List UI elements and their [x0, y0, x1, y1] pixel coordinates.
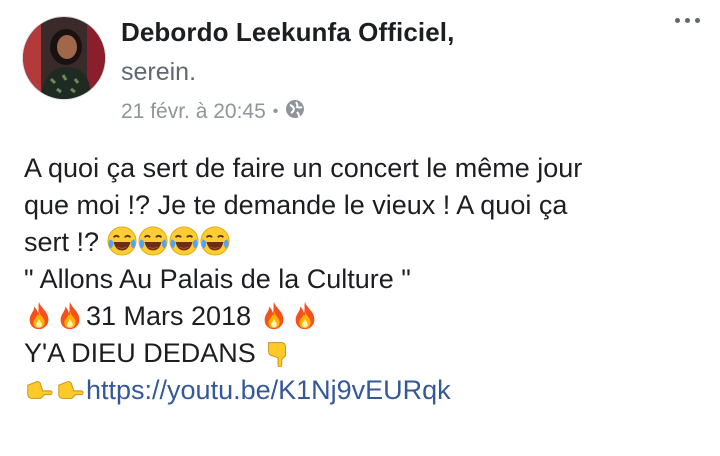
post-line-3-text: sert !?: [24, 227, 100, 257]
globe-icon: [285, 99, 305, 125]
post-date-text: 31 Mars 2018: [86, 301, 252, 331]
author-name-text[interactable]: Debordo Leekunfa Officiel: [121, 17, 447, 47]
post-line-4: " Allons Au Palais de la Culture ": [24, 264, 411, 294]
meta-separator: •: [272, 103, 279, 120]
fire-icon: [290, 300, 320, 330]
more-options-icon[interactable]: [675, 18, 700, 23]
author-name[interactable]: Debordo Leekunfa Officiel,: [121, 17, 454, 48]
post-line-3: sert !?: [24, 224, 704, 261]
post-line-1: A quoi ça sert de faire un concert le mê…: [24, 153, 583, 183]
post-line-5: 31 Mars 2018: [24, 298, 704, 335]
post-timestamp[interactable]: 21 févr. à 20:45: [121, 100, 266, 124]
post-line-6: Y'A DIEU DEDANS: [24, 335, 704, 372]
fire-icon: [55, 300, 85, 330]
post-line-2: que moi !? Je te demande le vieux ! A qu…: [24, 190, 568, 220]
post-line-6-text: Y'A DIEU DEDANS: [24, 338, 256, 368]
youtube-link[interactable]: https://youtu.be/K1Nj9vEURqk: [86, 375, 451, 405]
fire-icon: [24, 300, 54, 330]
post-meta: 21 févr. à 20:45 •: [121, 99, 305, 125]
backhand-index-pointing-right-icon: [55, 374, 85, 404]
author-suffix: ,: [447, 17, 455, 47]
face-with-tears-of-joy-icon: [169, 226, 199, 256]
post-line-7: https://youtu.be/K1Nj9vEURqk: [24, 372, 704, 409]
avatar[interactable]: [22, 16, 106, 100]
backhand-index-pointing-down-icon: [263, 337, 293, 367]
feeling-status: serein.: [121, 58, 197, 86]
face-with-tears-of-joy-icon: [138, 226, 168, 256]
fire-icon: [259, 300, 289, 330]
face-with-tears-of-joy-icon: [200, 226, 230, 256]
post-text: A quoi ça sert de faire un concert le mê…: [24, 150, 704, 409]
backhand-index-pointing-right-icon: [24, 374, 54, 404]
face-with-tears-of-joy-icon: [107, 226, 137, 256]
